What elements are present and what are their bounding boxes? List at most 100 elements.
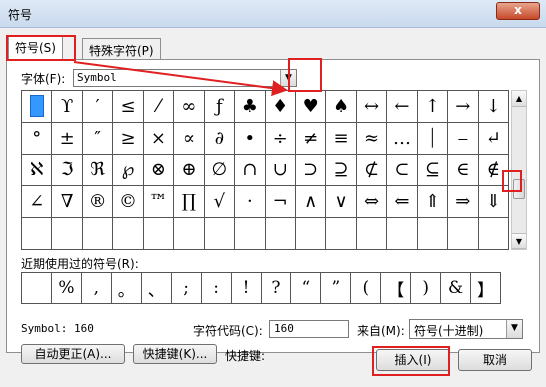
- symbol-cell[interactable]: ℜ: [82, 154, 114, 187]
- close-button[interactable]: x: [496, 2, 540, 20]
- symbol-cell[interactable]: ∞: [174, 91, 205, 123]
- recent-symbol-cell[interactable]: “: [291, 273, 322, 304]
- symbol-cell[interactable]: ™: [143, 186, 175, 219]
- symbol-cell[interactable]: ⋅: [235, 186, 266, 219]
- symbol-cell[interactable]: ∝: [174, 122, 205, 155]
- symbol-cell[interactable]: ⊗: [143, 154, 175, 187]
- symbol-cell[interactable]: ⊇: [326, 154, 357, 187]
- symbol-cell[interactable]: ⊄: [356, 154, 388, 187]
- from-select[interactable]: 符号(十进制) ▼: [409, 319, 523, 339]
- symbol-cell-selected[interactable]: [22, 91, 53, 123]
- symbol-cell[interactable]: [113, 218, 144, 250]
- shortcut-key-button[interactable]: 快捷键(K)...: [133, 344, 217, 364]
- symbol-cell[interactable]: ⇑: [417, 186, 449, 219]
- scroll-thumb[interactable]: [513, 179, 525, 199]
- symbol-cell[interactable]: ∂: [204, 122, 236, 155]
- recent-symbol-cell[interactable]: 】: [471, 273, 501, 304]
- symbol-cell[interactable]: ©: [113, 186, 144, 219]
- symbol-cell[interactable]: [295, 218, 327, 250]
- recent-symbol-cell[interactable]: ”: [321, 273, 352, 304]
- symbol-cell[interactable]: √: [204, 186, 236, 219]
- symbol-cell[interactable]: ∅: [204, 154, 236, 187]
- symbol-cell[interactable]: ⊕: [174, 154, 205, 187]
- symbol-cell[interactable]: ′: [82, 91, 114, 123]
- symbol-cell[interactable]: ∨: [326, 186, 357, 219]
- symbol-cell[interactable]: ×: [143, 122, 175, 155]
- symbol-cell[interactable]: [82, 218, 114, 250]
- symbol-cell[interactable]: ↓: [478, 91, 509, 123]
- symbol-cell[interactable]: ↔: [356, 91, 388, 123]
- symbol-cell[interactable]: ∧: [295, 186, 327, 219]
- symbol-cell[interactable]: [326, 218, 357, 250]
- scroll-up-icon[interactable]: ▲: [512, 91, 526, 107]
- recent-symbol-cell[interactable]: ?: [261, 273, 292, 304]
- symbol-cell[interactable]: [22, 218, 53, 250]
- symbol-cell[interactable]: ∪: [265, 154, 296, 187]
- symbol-cell[interactable]: ←: [387, 91, 418, 123]
- symbol-cell[interactable]: ⎯: [448, 122, 479, 155]
- symbol-cell[interactable]: [52, 218, 83, 250]
- symbol-cell[interactable]: ♠: [326, 91, 357, 123]
- recent-symbol-cell[interactable]: 【: [381, 273, 412, 304]
- symbol-cell[interactable]: ÷: [265, 122, 296, 155]
- symbol-cell[interactable]: ″: [82, 122, 114, 155]
- symbol-cell[interactable]: ∏: [174, 186, 205, 219]
- insert-button[interactable]: 插入(I): [376, 349, 450, 371]
- symbol-cell[interactable]: °: [22, 122, 53, 155]
- recent-symbol-cell[interactable]: ;: [171, 273, 202, 304]
- symbol-grid-scrollbar[interactable]: ▲ ▼: [511, 90, 527, 250]
- recent-symbol-cell[interactable]: 。: [111, 273, 142, 304]
- symbol-cell[interactable]: [448, 218, 479, 250]
- symbol-cell[interactable]: [235, 218, 266, 250]
- symbol-cell[interactable]: ®: [82, 186, 114, 219]
- chevron-down-icon[interactable]: ▼: [506, 320, 522, 338]
- symbol-cell[interactable]: ϒ: [52, 91, 83, 123]
- cancel-button[interactable]: 取消: [458, 349, 532, 371]
- symbol-cell[interactable]: …: [387, 122, 418, 155]
- symbol-cell[interactable]: ∩: [235, 154, 266, 187]
- recent-symbol-cell[interactable]: :: [201, 273, 232, 304]
- symbol-cell[interactable]: ¬: [265, 186, 296, 219]
- symbol-cell[interactable]: ∉: [478, 154, 509, 187]
- symbol-cell[interactable]: [174, 218, 205, 250]
- recent-symbol-cell[interactable]: 、: [141, 273, 172, 304]
- symbol-cell[interactable]: ↵: [478, 122, 509, 155]
- recent-symbol-cell[interactable]: [22, 273, 52, 304]
- symbol-cell[interactable]: ≤: [113, 91, 144, 123]
- symbol-cell[interactable]: ∇: [52, 186, 83, 219]
- symbol-cell[interactable]: ⁄: [143, 91, 175, 123]
- font-select[interactable]: Symbol ▼: [73, 69, 297, 87]
- symbol-cell[interactable]: ≥: [113, 122, 144, 155]
- symbol-cell[interactable]: ⇒: [448, 186, 479, 219]
- symbol-cell[interactable]: ≈: [356, 122, 388, 155]
- symbol-cell[interactable]: [204, 218, 236, 250]
- symbol-cell[interactable]: •: [235, 122, 266, 155]
- autocorrect-button[interactable]: 自动更正(A)...: [21, 344, 125, 364]
- symbol-cell[interactable]: ⏐: [417, 122, 449, 155]
- scroll-down-icon[interactable]: ▼: [512, 233, 526, 249]
- symbol-cell[interactable]: ⊂: [387, 154, 418, 187]
- symbol-cell[interactable]: ♦: [265, 91, 296, 123]
- recent-symbol-cell[interactable]: (: [351, 273, 382, 304]
- symbol-cell[interactable]: [143, 218, 175, 250]
- symbol-cell[interactable]: [356, 218, 388, 250]
- symbol-cell[interactable]: ⊆: [417, 154, 449, 187]
- recent-symbol-cell[interactable]: ,: [81, 273, 112, 304]
- tab-symbols[interactable]: 符号(S): [8, 35, 63, 60]
- symbol-cell[interactable]: ℘: [113, 154, 144, 187]
- symbol-cell[interactable]: ℑ: [52, 154, 83, 187]
- symbol-cell[interactable]: [265, 218, 296, 250]
- symbol-cell[interactable]: [417, 218, 449, 250]
- symbol-cell[interactable]: ♥: [295, 91, 327, 123]
- symbol-cell[interactable]: ℵ: [22, 154, 53, 187]
- recent-symbol-cell[interactable]: %: [51, 273, 82, 304]
- symbol-cell[interactable]: ♣: [235, 91, 266, 123]
- chevron-down-icon[interactable]: ▼: [280, 70, 296, 86]
- tab-special-characters[interactable]: 特殊字符(P): [82, 38, 161, 60]
- symbol-cell[interactable]: →: [448, 91, 479, 123]
- symbol-cell[interactable]: ⇔: [356, 186, 388, 219]
- recent-symbol-cell[interactable]: &: [441, 273, 472, 304]
- symbol-cell[interactable]: ≡: [326, 122, 357, 155]
- char-code-input[interactable]: 160: [269, 320, 349, 338]
- recent-symbol-cell[interactable]: !: [231, 273, 262, 304]
